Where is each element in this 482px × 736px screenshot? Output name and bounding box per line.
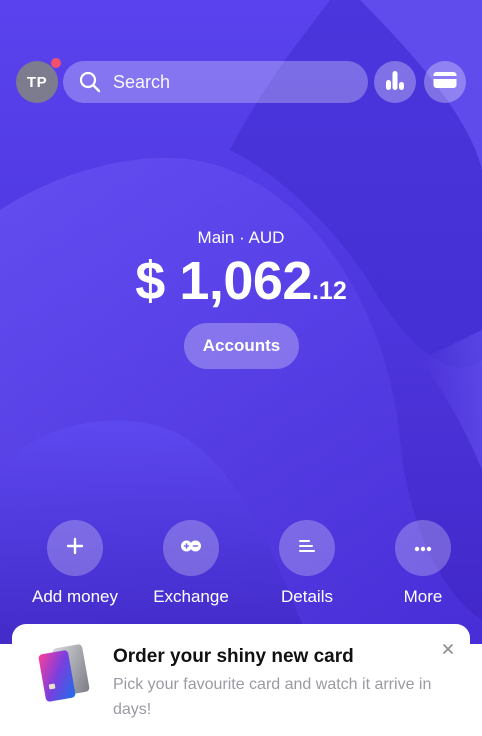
search-placeholder: Search [113, 71, 171, 92]
account-label: Main · AUD [197, 228, 285, 247]
details-icon [299, 539, 315, 558]
plus-icon [66, 537, 84, 560]
analytics-button[interactable] [374, 61, 416, 103]
close-promo-button[interactable] [440, 642, 456, 658]
order-card-promo[interactable]: Order your shiny new card Pick your favo… [12, 624, 470, 736]
more-button[interactable] [395, 520, 451, 576]
accounts-button[interactable]: Accounts [184, 323, 299, 369]
hero-background: TP Search Main · AUD $ 1,062.12 Accounts… [0, 0, 482, 644]
search-icon [79, 71, 101, 93]
analytics-icon [384, 69, 406, 96]
avatar-initials: TP [26, 73, 48, 91]
balance-cents: .12 [311, 277, 347, 305]
promo-description: Pick your favourite card and watch it ar… [113, 676, 432, 718]
balance-amount: $ 1,062.12 [0, 250, 482, 312]
details-label: Details [281, 587, 333, 606]
more-action[interactable]: More [365, 520, 481, 607]
exchange-icon [180, 539, 202, 558]
balance-whole: 1,062 [179, 251, 312, 311]
card-icon [433, 71, 457, 94]
exchange-label: Exchange [153, 587, 229, 606]
currency-symbol: $ [135, 251, 165, 311]
profile-avatar[interactable]: TP [16, 58, 61, 103]
notification-dot [51, 58, 61, 68]
close-icon [443, 641, 453, 659]
add-money-action[interactable]: Add money [17, 520, 133, 607]
details-button[interactable] [279, 520, 335, 576]
exchange-action[interactable]: Exchange [133, 520, 249, 607]
cards-button[interactable] [424, 61, 466, 103]
exchange-button[interactable] [163, 520, 219, 576]
card-illustration [38, 644, 104, 709]
add-money-label: Add money [32, 587, 118, 606]
add-money-button[interactable] [47, 520, 103, 576]
search-bar[interactable]: Search [63, 61, 368, 103]
more-icon [414, 539, 432, 557]
promo-title: Order your shiny new card [113, 646, 354, 667]
more-label: More [403, 587, 443, 606]
details-action[interactable]: Details [249, 520, 365, 607]
